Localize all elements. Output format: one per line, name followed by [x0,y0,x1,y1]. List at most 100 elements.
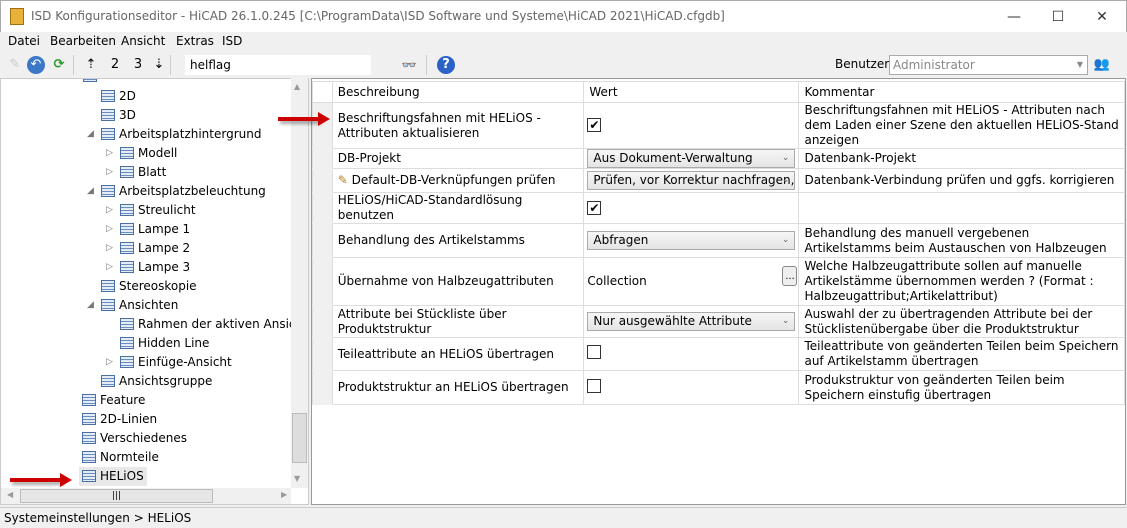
menu-isd[interactable]: ISD [222,34,242,48]
expand-arrow-icon[interactable]: ▷ [106,224,113,234]
column-header-beschreibung[interactable]: Beschreibung [331,81,585,103]
expand-arrow-icon[interactable]: ▷ [106,205,113,215]
tree-item[interactable]: Stereoskopie [101,277,197,296]
tree-item[interactable]: Streulicht [120,201,196,220]
menu-bearbeiten[interactable]: Bearbeiten [50,34,116,48]
collection-edit-button[interactable]: ... [782,266,798,286]
scroll-left-icon[interactable]: ◀ [7,490,13,499]
row-header[interactable] [312,257,333,306]
tree-item[interactable]: 2D [101,87,136,106]
value-dropdown[interactable]: Aus Dokument-Verwaltung ⌄ [587,149,796,168]
scroll-up-icon[interactable]: ▲ [294,82,300,91]
tree-item[interactable]: Hidden Line [120,334,209,353]
table-row[interactable]: HELiOS/HiCAD-Standardlösung benutzen ✔ [312,192,1125,224]
tree-item[interactable]: Blatt [120,163,166,182]
value-checkbox[interactable] [587,345,602,359]
scroll-thumb[interactable] [292,413,307,463]
expand-all-icon[interactable]: ⇣ [150,56,168,74]
row-header[interactable] [312,223,333,258]
description-cell: DB-Projekt [331,148,585,169]
undo-icon[interactable]: ↶ [27,56,45,74]
value-cell[interactable]: Aus Dokument-Verwaltung ⌄ [583,148,800,169]
row-header[interactable] [312,168,333,193]
value-cell[interactable]: ✔ [583,192,800,224]
table-row[interactable]: Produktstruktur an HELiOS übertragen Prod… [312,370,1125,405]
value-cell[interactable]: Collection... [583,257,800,306]
expand-level-2-icon[interactable]: 2 [104,56,126,74]
value-dropdown[interactable]: Prüfen, vor Korrektur nachfragen, ⌄ [587,171,796,190]
menu-extras[interactable]: Extras [176,34,214,48]
help-icon[interactable]: ? [437,56,455,74]
tree-item[interactable]: Arbeitsplatzhintergrund [101,125,261,144]
tree-item[interactable]: 3D [101,106,136,125]
settings-tree[interactable]: 2D 3D ◢ Arbeitsplatzhintergrund ▷ Modell ▷ Blat… [0,78,309,505]
tree-item[interactable]: Normteile [82,448,159,467]
tree-item[interactable]: Rahmen der aktiven Ansicht [120,315,308,334]
table-row[interactable]: Attribute bei Stückliste über Produktstr… [312,305,1125,338]
tree-item[interactable]: 2D-Linien [82,410,157,429]
expand-level-3-icon[interactable]: 3 [127,56,149,74]
value-dropdown[interactable]: Abfragen ⌄ [587,231,796,250]
table-row[interactable]: Behandlung des Artikelstamms Abfragen ⌄ Beh… [312,223,1125,258]
tree-item[interactable]: Einfüge-Ansicht [120,353,232,372]
value-cell[interactable]: Nur ausgewählte Attribute ⌄ [583,305,800,338]
minimize-button[interactable]: — [991,5,1037,29]
user-select[interactable]: Administrator ▼ [889,55,1088,75]
tree-item[interactable]: Lampe 3 [120,258,190,277]
collapse-arrow-icon[interactable]: ◢ [87,129,94,139]
value-cell[interactable]: Prüfen, vor Korrektur nachfragen, ⌄ [583,168,800,193]
tree-item[interactable]: Lampe 1 [120,220,190,239]
scroll-down-icon[interactable]: ▼ [294,474,300,483]
binoculars-search-icon[interactable]: 👓 [400,56,418,74]
column-header-wert[interactable]: Wert [583,81,800,103]
value-cell[interactable] [583,337,800,371]
row-header[interactable] [312,192,333,224]
table-row[interactable]: DB-Projekt Aus Dokument-Verwaltung ⌄ Datenb… [312,148,1125,169]
expand-arrow-icon[interactable]: ▷ [106,243,113,253]
scroll-right-icon[interactable]: ▶ [281,490,287,499]
value-cell[interactable]: ✔ [583,102,800,149]
value-checkbox[interactable]: ✔ [587,118,602,132]
expand-arrow-icon[interactable]: ▷ [106,167,113,177]
tree-item[interactable]: Modell [120,144,177,163]
tree-item[interactable]: Feature [82,391,145,410]
tree-item[interactable]: Ansichtsgruppe [101,372,212,391]
collapse-arrow-icon[interactable]: ◢ [87,186,94,196]
row-header[interactable] [312,370,333,405]
users-icon[interactable]: 👥 [1093,56,1111,74]
tree-item[interactable]: Verschiedenes [82,429,187,448]
menu-datei[interactable]: Datei [8,34,40,48]
value-checkbox[interactable]: ✔ [587,200,602,215]
menu-ansicht[interactable]: Ansicht [121,34,165,48]
value-cell[interactable] [583,370,800,405]
collapse-all-icon[interactable]: ⇡ [82,56,100,74]
search-input[interactable] [185,55,371,75]
row-header[interactable] [312,337,333,371]
expand-arrow-icon[interactable]: ▷ [106,148,113,158]
value-cell[interactable]: Abfragen ⌄ [583,223,800,258]
dropdown-value: Nur ausgewählte Attribute [593,314,752,328]
close-button[interactable]: ✕ [1079,5,1125,29]
edit-pencil-icon[interactable]: ✎ [6,56,24,74]
maximize-button[interactable]: ☐ [1035,5,1081,29]
expand-arrow-icon[interactable]: ▷ [106,357,113,367]
tree-item[interactable]: Lampe 2 [120,239,190,258]
collapse-arrow-icon[interactable]: ◢ [87,300,94,310]
tree-item[interactable]: Ansichten [101,296,178,315]
scroll-thumb[interactable]: ||| [20,489,213,503]
tree-item[interactable]: Arbeitsplatzbeleuchtung [101,182,266,201]
table-row[interactable]: ✎ Default-DB-Verknüpfungen prüfen Prüfen,… [312,168,1125,193]
table-row[interactable]: Beschriftungsfahnen mit HELiOS - Attribu… [312,102,1125,149]
tree-horizontal-scrollbar[interactable]: ◀ ||| ▶ [1,488,291,504]
table-row[interactable]: Übernahme von Halbzeugattributen Collecti… [312,257,1125,306]
value-dropdown[interactable]: Nur ausgewählte Attribute ⌄ [587,312,796,331]
tree-item[interactable]: HELiOS [79,467,147,486]
refresh-icon[interactable]: ⟳ [50,56,68,74]
tree-vertical-scrollbar[interactable]: ▲ ▼ [291,78,308,488]
row-header[interactable] [312,305,333,338]
value-checkbox[interactable] [587,378,602,393]
column-header-kommentar[interactable]: Kommentar [798,81,1125,103]
row-header[interactable] [312,148,333,169]
table-row[interactable]: Teileattribute an HELiOS übertragen Teile… [312,337,1125,371]
expand-arrow-icon[interactable]: ▷ [106,262,113,272]
